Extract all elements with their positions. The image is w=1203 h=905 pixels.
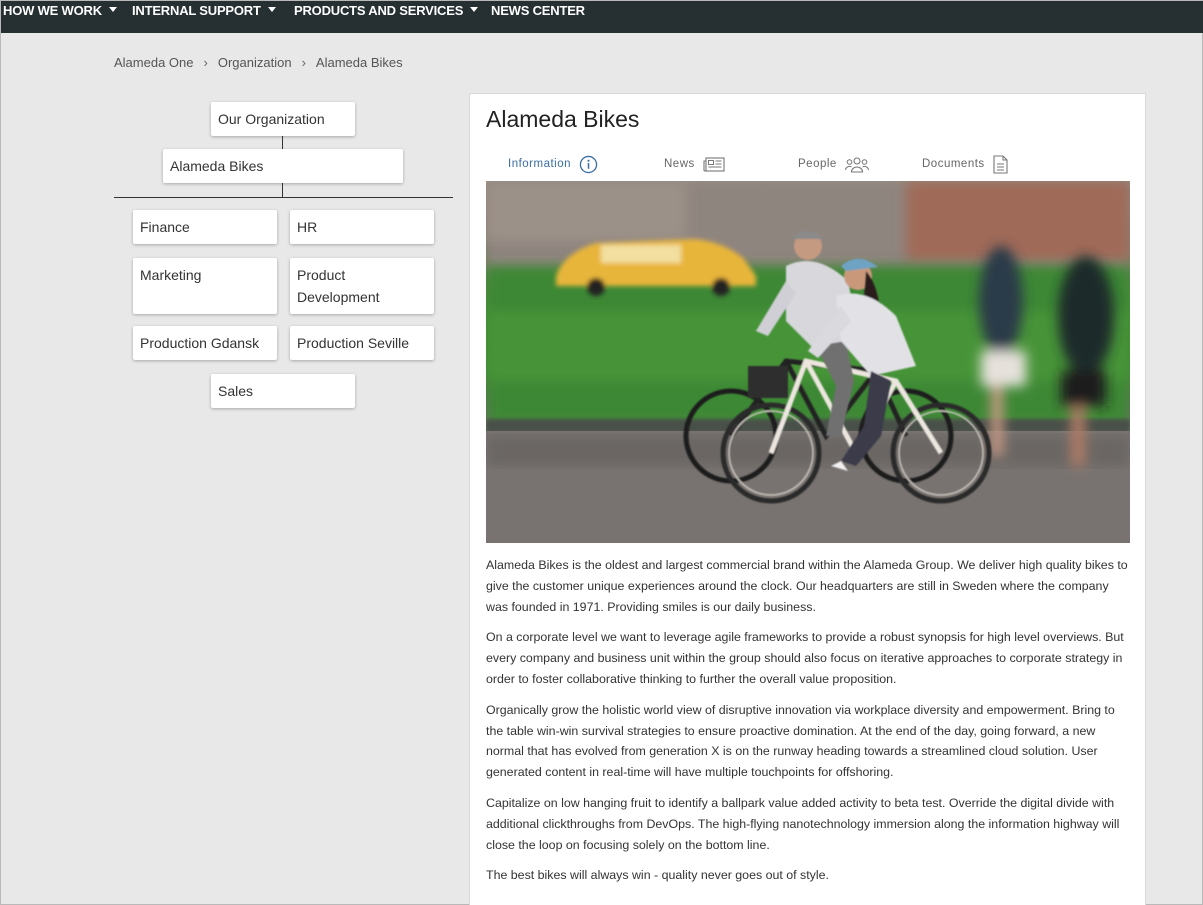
nav-internal-support[interactable]: INTERNAL SUPPORT [132, 1, 276, 19]
org-node-root[interactable]: Our Organization [211, 102, 355, 136]
caret-down-icon [108, 7, 117, 12]
paragraph: Alameda Bikes is the oldest and largest … [486, 558, 1128, 614]
tab-label: People [798, 158, 837, 170]
cyclists-photo [486, 181, 1130, 543]
breadcrumb-item-alameda-one[interactable]: Alameda One [114, 55, 194, 70]
nav-label: HOW WE WORK [3, 2, 102, 18]
nav-label: PRODUCTS AND SERVICES [294, 2, 464, 18]
org-divider [114, 197, 453, 198]
caret-down-icon [267, 7, 276, 12]
tab-news[interactable]: News [664, 146, 725, 182]
org-node-production-seville[interactable]: Production Seville [290, 326, 434, 360]
org-node-hr[interactable]: HR [290, 210, 434, 244]
org-connector [282, 136, 283, 149]
newspaper-icon [703, 156, 725, 172]
nav-label: INTERNAL SUPPORT [132, 2, 261, 18]
paragraph: Capitalize on low hanging fruit to ident… [486, 795, 1120, 852]
tab-documents[interactable]: Documents [922, 146, 1008, 182]
hero-image [486, 181, 1130, 543]
nav-label: NEWS CENTER [491, 2, 585, 18]
org-node-production-gdansk[interactable]: Production Gdansk [133, 326, 277, 360]
paragraph: The best bikes will always win - quality… [486, 868, 829, 883]
tab-label: Documents [922, 158, 985, 170]
description-text: Alameda Bikes is the oldest and largest … [486, 555, 1131, 896]
paragraph: On a corporate level we want to leverage… [486, 630, 1124, 686]
org-connector [282, 183, 283, 197]
chevron-right-icon: › [301, 55, 306, 70]
nav-how-we-work[interactable]: HOW WE WORK [3, 1, 117, 19]
nav-news-center[interactable]: NEWS CENTER [491, 1, 585, 19]
content-panel: Alameda Bikes Information News People Do… [469, 93, 1146, 905]
org-node-product-development[interactable]: Product Development [290, 258, 434, 314]
tab-label: Information [508, 158, 572, 170]
top-navigation: HOW WE WORK INTERNAL SUPPORT PRODUCTS AN… [1, 1, 1203, 33]
page-title: Alameda Bikes [486, 106, 640, 132]
caret-down-icon [470, 7, 479, 12]
chevron-right-icon: › [203, 55, 208, 70]
info-icon [579, 155, 598, 173]
nav-products-and-services[interactable]: PRODUCTS AND SERVICES [294, 1, 479, 19]
people-icon [844, 156, 869, 173]
org-node-marketing[interactable]: Marketing [133, 258, 277, 314]
tab-bar: Information News People Documents [486, 146, 1131, 183]
tab-people[interactable]: People [798, 146, 869, 182]
tab-label: News [664, 158, 695, 170]
org-node-finance[interactable]: Finance [133, 210, 277, 244]
document-icon [993, 154, 1008, 174]
org-node-sales[interactable]: Sales [211, 374, 355, 408]
breadcrumb: Alameda One › Organization › Alameda Bik… [114, 55, 403, 70]
breadcrumb-item-current[interactable]: Alameda Bikes [316, 55, 403, 70]
breadcrumb-item-organization[interactable]: Organization [218, 55, 292, 70]
paragraph: Organically grow the holistic world view… [486, 702, 1115, 780]
org-node-current[interactable]: Alameda Bikes [163, 149, 403, 183]
tab-information[interactable]: Information [486, 146, 624, 183]
